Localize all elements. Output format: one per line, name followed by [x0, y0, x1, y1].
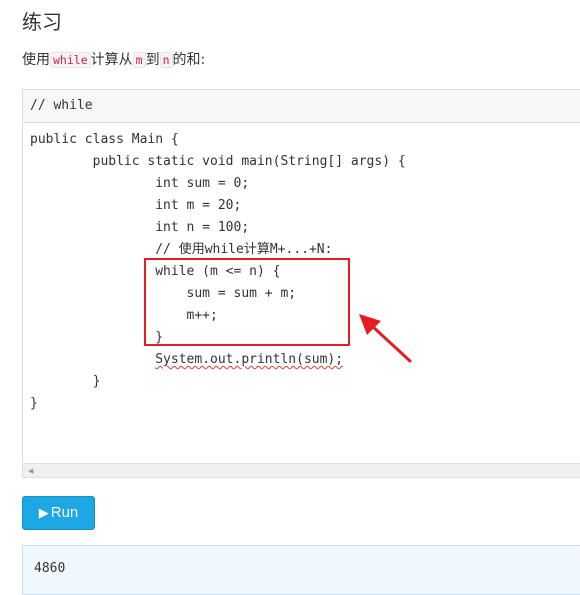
code-line: } [30, 374, 101, 389]
code-line: public static void main(String[] args) { [30, 154, 406, 169]
desc-prefix: 使用 [22, 52, 50, 68]
desc-middle-2: 到 [145, 52, 160, 68]
horizontal-scrollbar[interactable]: ◀ [23, 463, 580, 477]
annotation-highlight-box [144, 258, 350, 346]
code-line: int m = 20; [30, 198, 242, 213]
output-panel: 4860 [22, 545, 580, 595]
run-button-label: Run [50, 504, 79, 521]
annotation-arrow-icon [359, 314, 412, 363]
scroll-left-icon[interactable]: ◀ [28, 467, 33, 475]
editor-header: // while [23, 90, 580, 123]
code-line: public class Main { [30, 132, 179, 147]
code-line: } [30, 396, 38, 411]
code-line-println: System.out.println(sum); [30, 349, 406, 371]
variable-n: n [159, 52, 173, 68]
exercise-title: 练习 [22, 10, 62, 34]
exercise-description: 使用 while 计算从 m 到 n 的和: [22, 50, 205, 70]
run-button[interactable]: ▶ Run [22, 496, 95, 530]
desc-middle-1: 计算从 [90, 52, 133, 68]
keyword-while: while [50, 52, 91, 68]
play-icon: ▶ [38, 505, 49, 520]
code-line: int sum = 0; [30, 176, 250, 191]
variable-m: m [132, 52, 146, 68]
desc-suffix: 的和: [172, 52, 206, 68]
spellcheck-underlined-code: System.out.println(sum); [155, 352, 344, 367]
code-line: int n = 100; [30, 220, 250, 235]
